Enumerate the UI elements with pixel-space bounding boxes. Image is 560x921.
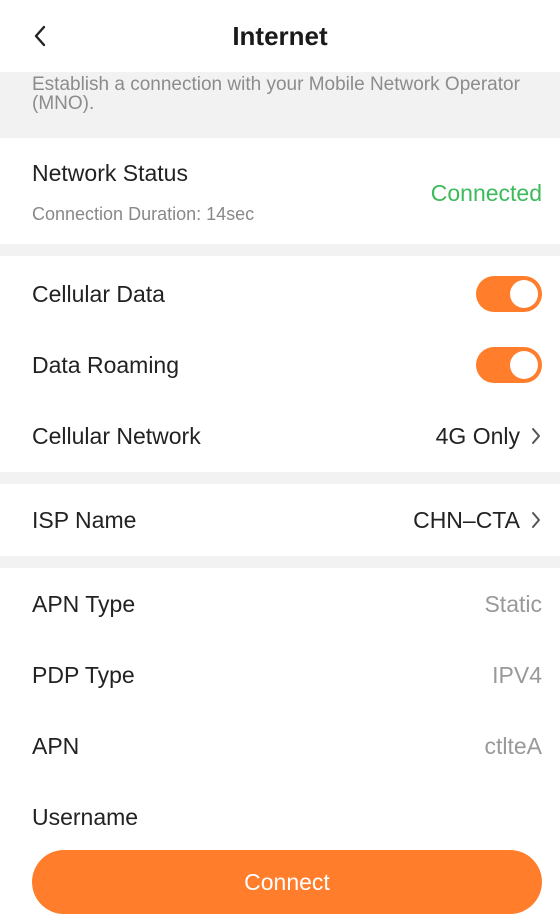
cellular-data-toggle[interactable] bbox=[476, 276, 542, 312]
chevron-left-icon bbox=[34, 25, 46, 47]
isp-name-value-group: CHN–CTA bbox=[413, 507, 542, 534]
apn-type-label: APN Type bbox=[32, 590, 136, 617]
cellular-card: Cellular Data Data Roaming Cellular Netw… bbox=[0, 256, 560, 472]
cellular-data-label: Cellular Data bbox=[32, 280, 165, 307]
data-roaming-row: Data Roaming bbox=[0, 329, 560, 401]
internet-settings-page: Internet Establish a connection with you… bbox=[0, 0, 560, 921]
data-roaming-label: Data Roaming bbox=[32, 351, 180, 378]
chevron-right-icon bbox=[530, 510, 542, 530]
apn-label: APN bbox=[32, 732, 80, 759]
chevron-right-icon bbox=[530, 426, 542, 446]
network-status-value: Connected bbox=[430, 180, 542, 206]
toggle-knob bbox=[510, 351, 538, 379]
cellular-network-value-group: 4G Only bbox=[436, 423, 542, 450]
connection-duration: Connection Duration: 14sec bbox=[32, 204, 255, 224]
network-status-card: Network Status Connected bbox=[0, 138, 560, 244]
bottom-action-bar: Connect bbox=[0, 826, 560, 921]
isp-name-label: ISP Name bbox=[32, 506, 137, 533]
apn-card: APN Type Static PDP Type IPV4 APN ctlteA… bbox=[0, 568, 560, 830]
cellular-network-value: 4G Only bbox=[435, 422, 520, 449]
top-bar: Internet bbox=[0, 0, 560, 72]
pdp-type-value: IPV4 bbox=[492, 661, 542, 688]
pdp-type-row: PDP Type IPV4 bbox=[0, 639, 560, 711]
apn-type-value: Static bbox=[484, 590, 542, 617]
cellular-network-label: Cellular Network bbox=[32, 422, 201, 449]
pdp-type-label: PDP Type bbox=[32, 661, 135, 688]
cellular-data-row: Cellular Data bbox=[0, 258, 560, 330]
connect-button[interactable]: Connect bbox=[32, 850, 542, 914]
network-status-label: Network Status bbox=[32, 160, 188, 186]
apn-type-row: APN Type Static bbox=[0, 568, 560, 640]
cellular-network-row[interactable]: Cellular Network 4G Only bbox=[0, 400, 560, 472]
isp-card: ISP Name CHN–CTA bbox=[0, 484, 560, 556]
toggle-knob bbox=[510, 280, 538, 308]
apn-value: ctlteA bbox=[484, 732, 542, 759]
back-button[interactable] bbox=[22, 18, 58, 54]
page-title: Internet bbox=[232, 20, 328, 51]
apn-row: APN ctlteA bbox=[0, 710, 560, 782]
isp-name-row[interactable]: ISP Name CHN–CTA bbox=[0, 484, 560, 556]
page-description: Establish a connection with your Mobile … bbox=[32, 74, 520, 114]
data-roaming-toggle[interactable] bbox=[476, 347, 542, 383]
isp-name-value: CHN–CTA bbox=[413, 506, 520, 533]
